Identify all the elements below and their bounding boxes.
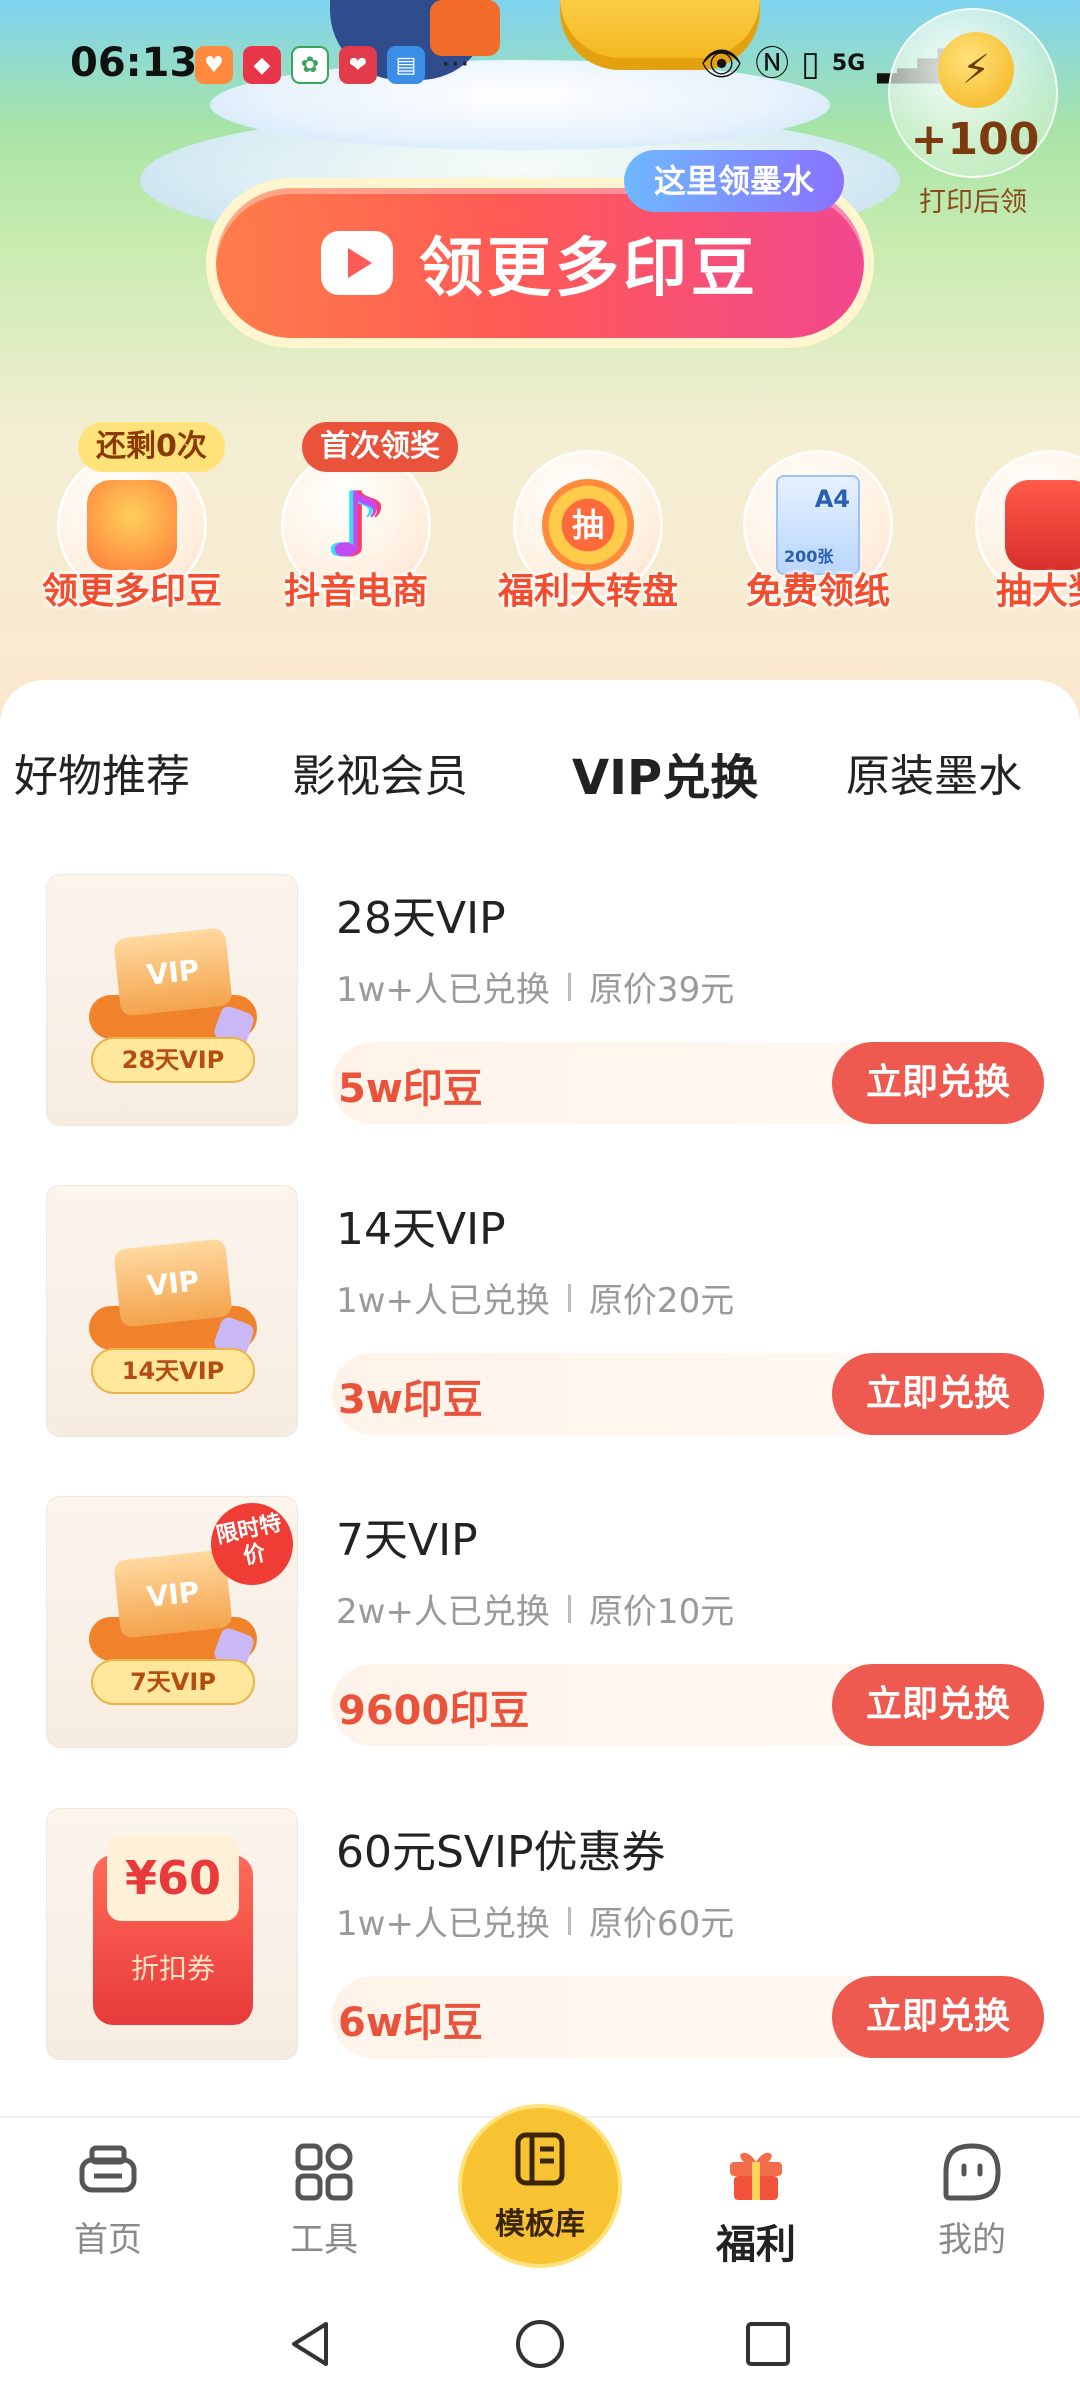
original-price: 原价60元 xyxy=(588,1904,735,1944)
nfc-icon: Ⓝ xyxy=(755,44,790,84)
bean-price: 9600印豆 xyxy=(338,1688,530,1734)
template-icon xyxy=(510,2129,570,2193)
battery-coin-icon: ⚡ xyxy=(938,32,1014,108)
notification-icons: ♥ ◆ ✿ ❤ ▤ ··· xyxy=(195,46,470,84)
shortcut-row: 还剩0次 领更多印豆 首次领奖 ♪ 抖音电商 抽 福利大转盘 A4 200张 免… xyxy=(0,410,1080,612)
vip-thumbnail: VIP 28天VIP xyxy=(46,874,298,1126)
hero-banner: 06:13 ♥ ◆ ✿ ❤ ▤ ··· 👁 Ⓝ ▯ 5G ▂▃▅▇ ⚡ +100… xyxy=(0,0,1080,720)
vip-thumbnail: VIP 14天VIP xyxy=(46,1185,298,1437)
shortcut-earn-beans[interactable]: 还剩0次 领更多印豆 xyxy=(22,422,242,612)
grid-icon xyxy=(292,2140,356,2204)
earn-beans-label: 领更多印豆 xyxy=(419,232,759,306)
status-time: 06:13 xyxy=(70,40,198,86)
shortcut-label: 抽大奖 xyxy=(995,571,1080,612)
notify-app-icon: ♥ xyxy=(195,46,233,84)
shortcut-lucky-wheel[interactable]: 抽 福利大转盘 xyxy=(478,450,698,612)
nav-label: 我的 xyxy=(938,2220,1006,2260)
shortcut-label: 抖音电商 xyxy=(283,571,428,612)
original-price: 原价10元 xyxy=(588,1592,735,1632)
tab-original-ink[interactable]: 原装墨水 xyxy=(846,740,1022,804)
bonus-caption: 打印后领 xyxy=(919,187,1027,218)
coupon-amount: ¥60 xyxy=(107,1835,239,1921)
item-title: 7天VIP xyxy=(336,1515,478,1566)
list-item[interactable]: VIP 28天VIP 28天VIP 1w+人已兑换 原价39元 5w印豆 立即兑… xyxy=(0,874,1080,1134)
home-circle-icon[interactable] xyxy=(512,2316,568,2372)
notify-app-icon: ◆ xyxy=(243,46,281,84)
signal-5g-icon: 5G xyxy=(831,51,866,76)
list-item[interactable]: ¥60 折扣券 60元SVIP优惠券 1w+人已兑换 原价60元 6w印豆 立即… xyxy=(0,1808,1080,2068)
vibrate-icon: ▯ xyxy=(801,44,820,84)
more-notifications-icon: ··· xyxy=(441,47,470,82)
bean-price: 5w印豆 xyxy=(338,1066,483,1112)
nav-label: 工具 xyxy=(290,2220,358,2260)
list-item[interactable]: VIP 14天VIP 14天VIP 1w+人已兑换 原价20元 3w印豆 立即兑… xyxy=(0,1185,1080,1445)
notify-app-icon: ❤ xyxy=(339,46,377,84)
coupon-thumbnail: ¥60 折扣券 xyxy=(46,1808,298,2060)
category-tabs: 好物推荐 影视会员 VIP兑换 原装墨水 xyxy=(0,740,1080,820)
shortcut-free-paper[interactable]: A4 200张 免费领纸 xyxy=(708,450,928,612)
item-meta: 1w+人已兑换 原价20元 xyxy=(336,1273,734,1322)
item-title: 60元SVIP优惠券 xyxy=(336,1827,666,1878)
bean-price: 6w印豆 xyxy=(338,2000,483,2046)
shortcut-douyin[interactable]: 首次领奖 ♪ 抖音电商 xyxy=(246,422,466,612)
nav-templates[interactable]: 模板库 xyxy=(458,2104,622,2268)
nav-label: 模板库 xyxy=(495,2207,585,2242)
print-bonus-bubble[interactable]: ⚡ +100 xyxy=(888,8,1058,178)
first-reward-badge: 首次领奖 xyxy=(302,422,458,472)
item-title: 14天VIP xyxy=(336,1204,506,1255)
price-row: 3w印豆 立即兑换 xyxy=(332,1353,1044,1435)
list-item[interactable]: VIP 7天VIP 限时特价 7天VIP 2w+人已兑换 原价10元 9600印… xyxy=(0,1496,1080,1756)
back-icon[interactable] xyxy=(282,2316,338,2372)
vip-thumbnail: VIP 7天VIP 限时特价 xyxy=(46,1496,298,1748)
item-meta: 2w+人已兑换 原价10元 xyxy=(336,1584,734,1633)
redeemed-count: 1w+人已兑换 xyxy=(336,1904,550,1944)
video-play-icon xyxy=(321,231,393,295)
redeemed-count: 2w+人已兑换 xyxy=(336,1592,550,1632)
notify-app-icon: ✿ xyxy=(291,46,329,84)
printer-icon xyxy=(76,2140,140,2204)
notify-app-icon: ▤ xyxy=(387,46,425,84)
original-price: 原价20元 xyxy=(588,1281,735,1321)
item-title: 28天VIP xyxy=(336,893,506,944)
shortcut-label: 免费领纸 xyxy=(745,571,890,612)
original-price: 原价39元 xyxy=(588,970,735,1010)
nav-tools[interactable]: 工具 xyxy=(244,2140,404,2261)
nav-benefits[interactable]: 福利 xyxy=(676,2140,836,2270)
nav-home[interactable]: 首页 xyxy=(28,2140,188,2261)
shortcut-label: 领更多印豆 xyxy=(41,571,222,612)
recents-square-icon[interactable] xyxy=(740,2316,796,2372)
shortcut-grand-prize[interactable]: 抽大奖 xyxy=(940,450,1080,612)
bonus-amount: +100 xyxy=(910,114,1040,165)
nav-label: 首页 xyxy=(74,2220,142,2260)
price-row: 5w印豆 立即兑换 xyxy=(332,1042,1044,1124)
remaining-count-badge: 还剩0次 xyxy=(78,422,225,472)
shortcut-label: 福利大转盘 xyxy=(497,571,678,612)
nav-label: 福利 xyxy=(716,2222,796,2268)
redeem-button[interactable]: 立即兑换 xyxy=(832,1664,1044,1746)
price-row: 6w印豆 立即兑换 xyxy=(332,1976,1044,2058)
nav-profile[interactable]: 我的 xyxy=(892,2140,1052,2261)
content-panel: 好物推荐 影视会员 VIP兑换 原装墨水 VIP 28天VIP 28天VIP 1… xyxy=(0,680,1080,2120)
redeemed-count: 1w+人已兑换 xyxy=(336,970,550,1010)
gift-icon xyxy=(724,2140,788,2204)
tab-video-membership[interactable]: 影视会员 xyxy=(292,740,468,804)
tab-recommended[interactable]: 好物推荐 xyxy=(14,740,190,804)
item-meta: 1w+人已兑换 原价60元 xyxy=(336,1896,734,1945)
item-meta: 1w+人已兑换 原价39元 xyxy=(336,962,734,1011)
system-navigation-bar xyxy=(0,2288,1080,2398)
redeem-button[interactable]: 立即兑换 xyxy=(832,1976,1044,2058)
bottom-navigation: 首页 工具 模板库 福利 我的 xyxy=(0,2104,1080,2288)
coupon-caption: 折扣券 xyxy=(130,1952,215,1985)
redeem-button[interactable]: 立即兑换 xyxy=(832,1042,1044,1124)
eye-icon: 👁 xyxy=(700,44,744,84)
redeemed-count: 1w+人已兑换 xyxy=(336,1281,550,1321)
bean-price: 3w印豆 xyxy=(338,1377,483,1423)
price-row: 9600印豆 立即兑换 xyxy=(332,1664,1044,1746)
ink-reward-tag[interactable]: 这里领墨水 xyxy=(624,150,845,212)
redeem-button[interactable]: 立即兑换 xyxy=(832,1353,1044,1435)
profile-face-icon xyxy=(940,2140,1004,2204)
tab-vip-exchange[interactable]: VIP兑换 xyxy=(572,738,771,808)
